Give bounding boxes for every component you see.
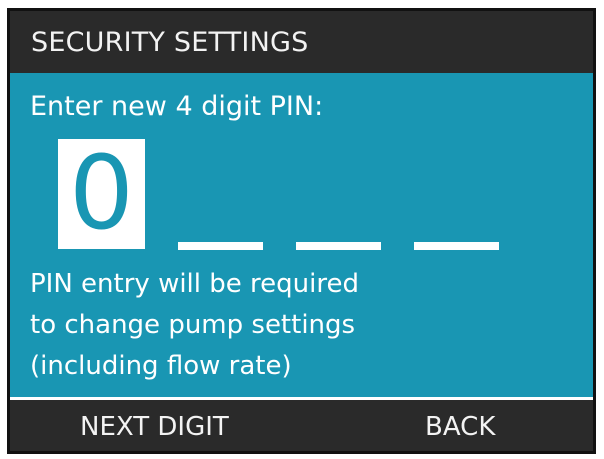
info-line-1: PIN entry will be required	[30, 269, 359, 299]
next-digit-softkey[interactable]: NEXT DIGIT	[80, 412, 229, 442]
pin-digit-1-field[interactable]: 0	[58, 139, 145, 249]
info-line-3: (including flow rate)	[30, 351, 292, 381]
page-title: SECURITY SETTINGS	[31, 26, 309, 58]
pin-digit-4-placeholder	[414, 242, 499, 250]
header-bar: SECURITY SETTINGS	[10, 11, 593, 73]
device-screen: SECURITY SETTINGS Enter new 4 digit PIN:…	[7, 8, 596, 454]
info-line-2: to change pump settings	[30, 310, 356, 340]
pin-digit-2-placeholder	[178, 242, 263, 250]
pin-digit-3-placeholder	[296, 242, 381, 250]
pin-info-text: PIN entry will be required to change pum…	[30, 264, 359, 387]
softkey-bar: NEXT DIGIT BACK	[10, 397, 593, 451]
pin-prompt: Enter new 4 digit PIN:	[30, 91, 324, 122]
back-softkey[interactable]: BACK	[425, 412, 495, 442]
